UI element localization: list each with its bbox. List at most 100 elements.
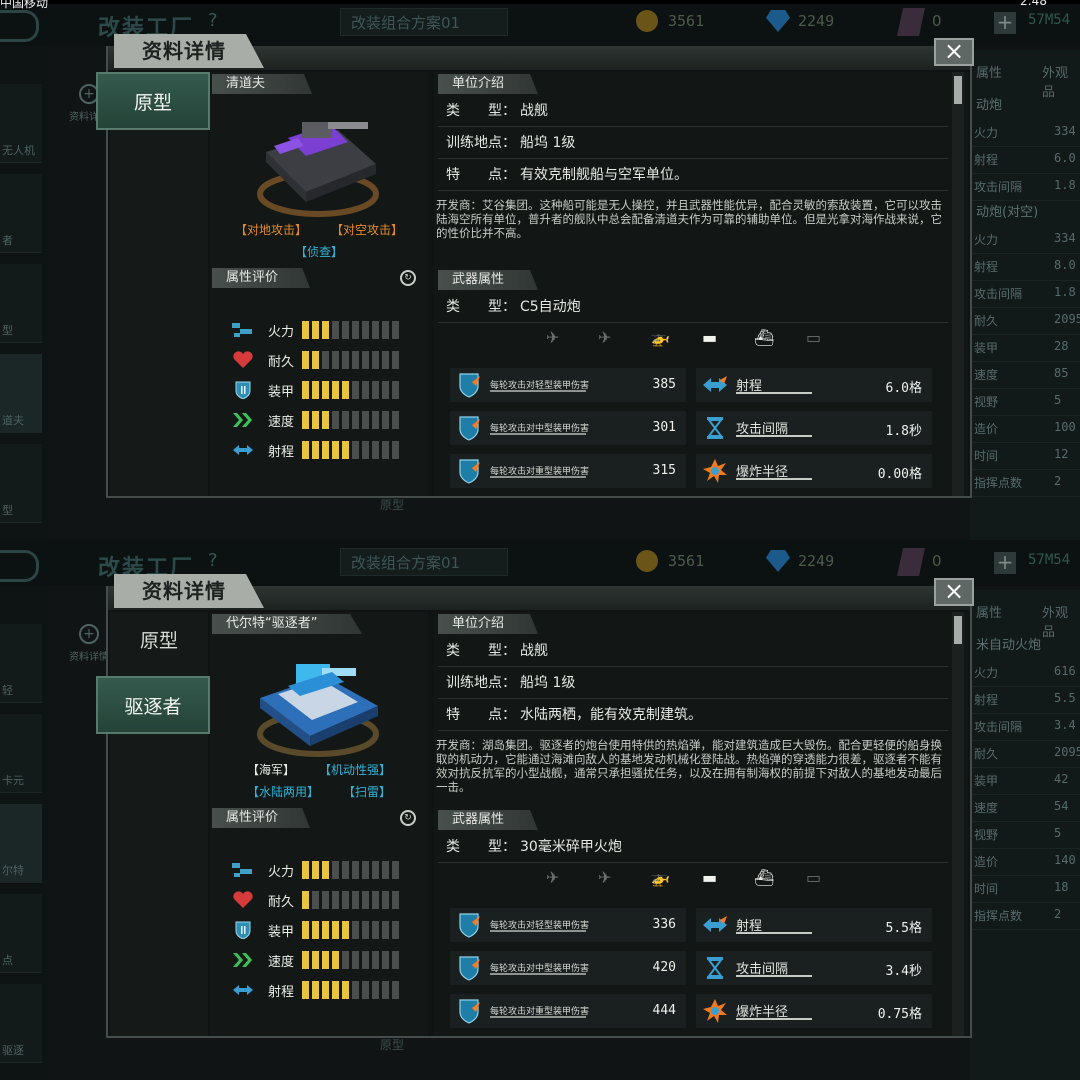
damage-card: 每轮攻击对中型装甲伤害 301 <box>450 411 686 445</box>
attribute-bar-segment <box>322 891 329 909</box>
attribute-bar-segment <box>372 321 379 339</box>
clock: 2:48 <box>1020 0 1047 8</box>
attribute-label: 射程 <box>268 445 295 460</box>
tab-destroyer[interactable]: 驱逐者 <box>96 676 210 734</box>
unit-thumb[interactable]: 无人机 <box>0 84 42 163</box>
plan-selector[interactable]: 改装组合方案01 <box>340 8 508 36</box>
background-stat-panel: 属性 外观品 动炮 火力 334 射程 6.0 攻击间隔 1.8 动炮(对空) 火力 334 射程 8.… <box>970 50 1080 540</box>
unit-thumb[interactable]: 者 <box>0 174 42 253</box>
attribute-bar-segment <box>362 891 369 909</box>
attribute-bar-segment <box>342 441 349 459</box>
explosion-icon <box>702 998 728 1024</box>
scrollbar-thumb[interactable] <box>954 616 962 644</box>
tab-attributes[interactable]: 属性 <box>976 602 1002 621</box>
unit-thumb[interactable]: 卡元 <box>0 714 42 793</box>
unit-thumb[interactable]: 型 <box>0 264 42 343</box>
scrollbar[interactable] <box>952 612 964 1036</box>
unit-thumb[interactable]: 轻 <box>0 624 42 703</box>
tab-prototype[interactable]: 原型 <box>110 612 208 670</box>
unit-thumb[interactable]: 尔特 <box>0 804 42 883</box>
unit-thumb[interactable]: 驱逐 <box>0 984 42 1063</box>
attribute-label: 装甲 <box>268 925 295 940</box>
stat-group-header: 动炮(对空) <box>976 205 1039 220</box>
stat-underline <box>736 478 812 480</box>
armor-damage-icon <box>456 415 482 441</box>
unit-image <box>257 664 379 757</box>
plus-button[interactable]: + <box>994 552 1016 574</box>
back-button[interactable] <box>0 10 39 42</box>
attribute-bar-segment <box>302 891 309 909</box>
damage-value: 336 <box>652 917 676 932</box>
weapon-type-row: 类 型： 30毫米碎甲火炮 <box>438 832 948 863</box>
attribute-bar-segment <box>352 351 359 369</box>
background-stat-panel: 属性 外观品 米自动火炮 火力 616 射程 5.5 攻击间隔 3.4 耐久 2095 装甲 42 速度… <box>970 590 1080 1080</box>
tag-navy: 【海军】 <box>246 763 295 777</box>
training-row: 训练地点： 船坞 1级 <box>438 128 948 159</box>
hourglass-icon <box>702 955 728 981</box>
tag-recon: 【侦查】 <box>294 245 343 259</box>
help-icon[interactable]: ? <box>208 550 218 571</box>
weapon-stat-card: 攻击间隔 3.4秒 <box>696 951 932 985</box>
armor-damage-icon <box>456 998 482 1024</box>
back-button[interactable] <box>0 550 39 582</box>
attribute-bar-segment <box>342 411 349 429</box>
helicopter-icon: 🚁 <box>650 328 670 347</box>
refresh-icon[interactable]: ↻ <box>400 270 416 286</box>
attribute-bar-segment <box>302 981 309 999</box>
status-bar: 中国移动 2:48 <box>0 0 1080 10</box>
explosion-icon <box>702 458 728 484</box>
shield-icon <box>232 921 254 940</box>
unit-panel: 代尔特“驱逐者” 【海军】 【机动性强】 【水陆两用】 【扫雷】 属性评价 ↻ 火力… <box>210 612 428 1036</box>
ship-icon: ⛴ <box>754 328 775 347</box>
intro-header: 单位介绍 <box>438 74 538 94</box>
close-button[interactable]: × <box>934 578 974 606</box>
attribute-bar-segment <box>372 951 379 969</box>
type-row: 类 型： 战舰 <box>438 636 948 667</box>
background-code: 57M54 <box>1028 552 1071 568</box>
stat-value: 3.4秒 <box>885 964 922 979</box>
unit-thumb[interactable]: 型 <box>0 444 42 523</box>
damage-underline <box>490 973 586 975</box>
stat-value: 0.00格 <box>877 467 922 482</box>
tab-prototype[interactable]: 原型 <box>96 72 210 130</box>
tab-attributes[interactable]: 属性 <box>976 62 1002 81</box>
attribute-bar-segment <box>382 861 389 879</box>
attribute-bar-segment <box>392 381 399 399</box>
coin-count: 3561 <box>668 552 705 570</box>
unit-thumb[interactable]: 点 <box>0 894 42 973</box>
submarine-icon: ▭ <box>806 868 822 887</box>
attribute-bar-segment <box>352 981 359 999</box>
attribute-bar-segment <box>342 861 349 879</box>
scrollbar[interactable] <box>952 72 964 496</box>
stat-row: 指挥点数 2 <box>970 899 1080 930</box>
unit-thumb[interactable]: 道夫 <box>0 354 42 433</box>
attribute-bar-segment <box>372 921 379 939</box>
coin-count: 3561 <box>668 12 705 30</box>
background-bottom-label: 原型 <box>380 498 405 512</box>
plane-icon: ✈ <box>546 868 560 887</box>
help-icon[interactable]: ? <box>208 10 218 31</box>
chevron-double-icon <box>232 411 254 429</box>
submarine-icon: ▭ <box>806 328 822 347</box>
gem-icon <box>766 10 790 32</box>
attribute-bar-segment <box>362 951 369 969</box>
weapon-header: 武器属性 <box>438 270 538 290</box>
screenshot-top: 改装工厂 ? 改装组合方案01 3561 2249 0 + 57M54 中国移动… <box>0 0 1080 540</box>
attribute-bar-segment <box>362 351 369 369</box>
armor-damage-icon <box>456 955 482 981</box>
scrollbar-thumb[interactable] <box>954 76 962 104</box>
attribute-bar-segment <box>312 381 319 399</box>
background-code: 57M54 <box>1028 12 1071 28</box>
attribute-bar-segment <box>382 921 389 939</box>
attribute-bar-segment <box>392 351 399 369</box>
attribute-bar-segment <box>302 921 309 939</box>
stat-underline <box>736 1018 812 1020</box>
attribute-bar-segment <box>392 441 399 459</box>
close-button[interactable]: × <box>934 38 974 66</box>
attribute-bar-segment <box>352 321 359 339</box>
plus-button[interactable]: + <box>994 12 1016 34</box>
plan-selector[interactable]: 改装组合方案01 <box>340 548 508 576</box>
attribute-bar-segment <box>392 951 399 969</box>
attribute-bar-segment <box>332 921 339 939</box>
refresh-icon[interactable]: ↻ <box>400 810 416 826</box>
